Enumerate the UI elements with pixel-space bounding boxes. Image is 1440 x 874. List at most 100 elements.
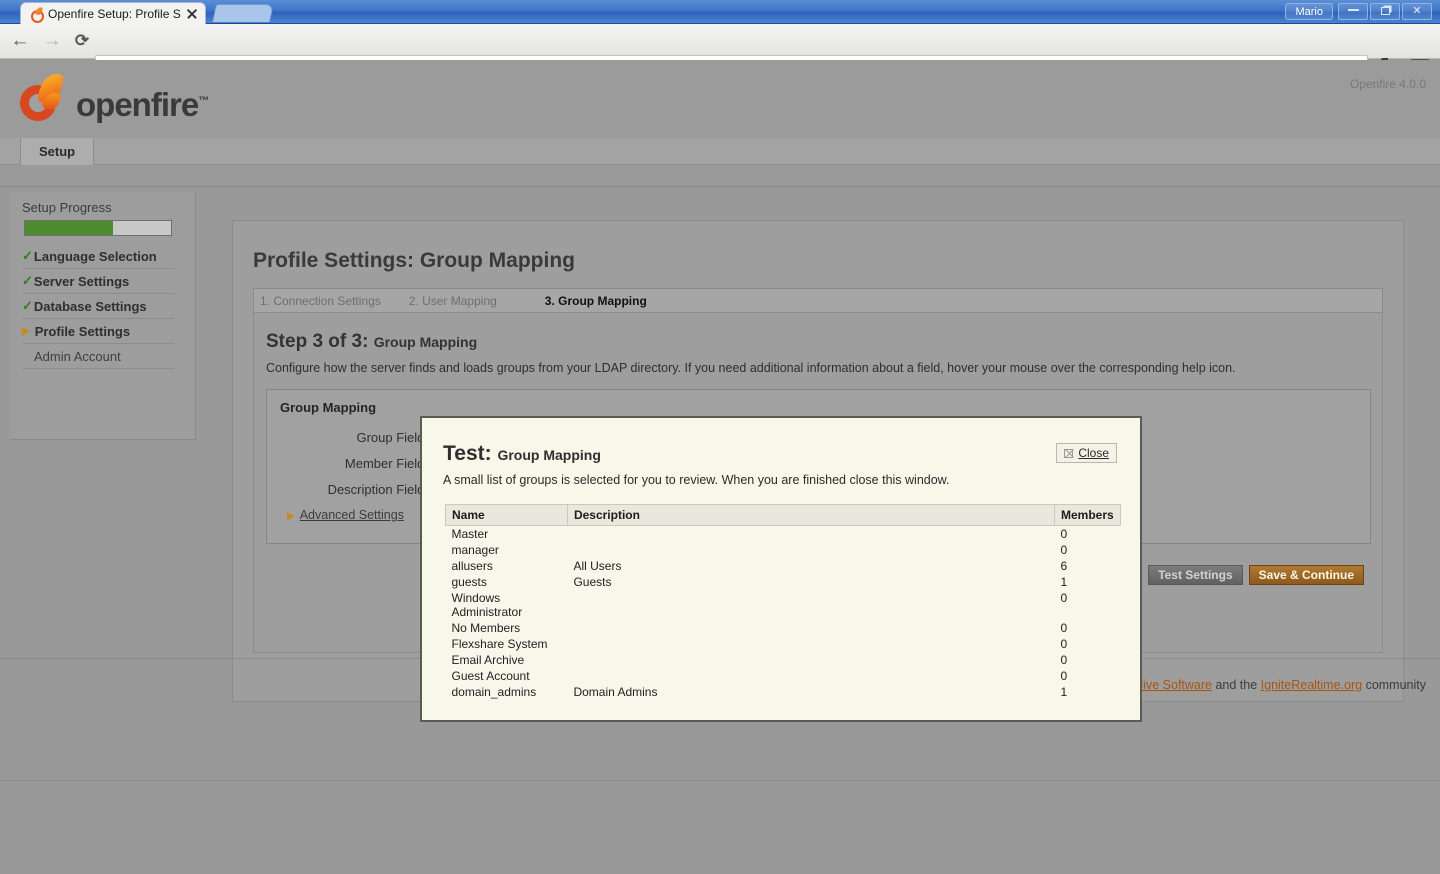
cell-description <box>567 668 1054 684</box>
triangle-right-icon: ▶ <box>287 511 295 522</box>
cell-description: All Users <box>573 559 622 573</box>
sidebar-item-server-settings[interactable]: ✓ Server Settings <box>22 269 174 294</box>
cell-members: 0 <box>1060 591 1068 605</box>
cell-members: 1 <box>1060 575 1068 589</box>
cell-members: 0 <box>1060 669 1068 683</box>
cell-members: 0 <box>1060 653 1068 667</box>
table-row: domain_admins Domain Admins 1 <box>446 684 1121 700</box>
step-tab-group-mapping[interactable]: 3. Group Mapping <box>545 294 647 308</box>
step-heading-strong: Step 3 of 3: <box>266 331 369 352</box>
window-maximize-button[interactable] <box>1370 3 1400 20</box>
jive-software-link[interactable]: Jive Software <box>1137 678 1212 692</box>
openfire-flame-icon <box>29 7 44 23</box>
step-heading-sub: Group Mapping <box>373 334 478 350</box>
sidebar-item-label: Language Selection <box>33 248 157 264</box>
modal-title-strong: Test: <box>443 442 492 465</box>
setup-progress-sidebar: Setup Progress ✓ Language Selection ✓ Se… <box>10 192 196 440</box>
sidebar-item-database-settings[interactable]: ✓ Database Settings <box>22 294 174 319</box>
modal-title: Test: Group Mapping <box>443 442 601 466</box>
column-header-name: Name <box>445 504 568 526</box>
sidebar-item-label: Server Settings <box>33 273 130 289</box>
table-row: Guest Account 0 <box>446 668 1121 684</box>
column-header-description: Description <box>566 504 1055 526</box>
cell-name: manager <box>451 543 499 557</box>
description-field-label: Description Field: <box>327 482 428 497</box>
group-field-label: Group Field: <box>356 430 428 445</box>
triangle-right-icon: ▶ <box>22 325 30 337</box>
close-box-icon <box>1064 448 1074 458</box>
igniterealtime-link[interactable]: IgniteRealtime.org <box>1261 678 1362 692</box>
column-header-members: Members <box>1053 504 1122 526</box>
app-header: openfire™ Openfire 4.0.0 <box>0 60 1440 138</box>
cell-name: Email Archive <box>451 653 525 667</box>
browser-window: Openfire Setup: Profile Settin Mario ✕ ←… <box>0 0 1440 874</box>
cell-description <box>567 590 1054 620</box>
check-icon: ✓ <box>22 298 33 313</box>
footer-tail: community <box>1362 678 1426 692</box>
advanced-settings-toggle[interactable]: ▶ Advanced Settings <box>287 508 404 522</box>
app-version: Openfire 4.0.0 <box>1349 77 1426 91</box>
step-tab-connection-settings[interactable]: 1. Connection Settings <box>260 294 381 308</box>
setup-progress-bar <box>24 220 172 236</box>
window-close-button[interactable]: ✕ <box>1402 3 1432 20</box>
browser-titlebar: Openfire Setup: Profile Settin Mario ✕ <box>0 0 1440 24</box>
openfire-logo[interactable]: openfire™ <box>16 70 316 128</box>
cell-members: 0 <box>1060 527 1068 541</box>
cell-members: 1 <box>1060 685 1068 699</box>
step-heading: Step 3 of 3: Group Mapping <box>266 331 477 353</box>
cell-name: Guest Account <box>451 669 530 683</box>
progress-fill <box>25 221 113 235</box>
table-row: Windows Administrator 0 <box>446 590 1121 620</box>
window-user-badge[interactable]: Mario <box>1285 3 1333 20</box>
page-viewport: openfire™ Openfire 4.0.0 Setup Setup Pro… <box>0 60 1440 874</box>
groups-result-table: Name Description Members Master 0 manager 0… <box>445 504 1122 701</box>
back-icon[interactable]: ← <box>8 31 32 53</box>
navbar-underline <box>0 165 1440 187</box>
save-and-continue-button[interactable]: Save & Continue <box>1248 565 1364 585</box>
cell-name: domain_admins <box>451 685 537 699</box>
table-row: No Members 0 <box>446 620 1121 636</box>
cell-members: 0 <box>1060 543 1068 557</box>
groups-table-body: Master 0 manager 0 allusers All Users 6 guests G… <box>446 526 1121 701</box>
test-settings-button[interactable]: Test Settings <box>1148 565 1243 585</box>
brand-tm: ™ <box>198 95 209 107</box>
forward-icon[interactable]: → <box>40 31 64 53</box>
step-description: Configure how the server finds and loads… <box>266 361 1236 375</box>
nav-tab-setup[interactable]: Setup <box>20 138 95 165</box>
browser-toolbar: ← → ⟳ yourserver.wikisuite.org:9090/setu… <box>0 24 1440 78</box>
window-minimize-button[interactable] <box>1338 3 1368 20</box>
sidebar-item-language-selection[interactable]: ✓ Language Selection <box>22 244 174 269</box>
table-row: manager 0 <box>446 542 1121 558</box>
sidebar-item-profile-settings[interactable]: ▶ Profile Settings <box>22 319 174 344</box>
tab-close-icon[interactable] <box>185 7 199 21</box>
table-header-row: Name Description Members <box>445 504 1122 526</box>
browser-tab-active[interactable]: Openfire Setup: Profile Settin <box>20 2 206 24</box>
check-icon: ✓ <box>22 273 33 288</box>
page-title: Profile Settings: Group Mapping <box>253 249 575 272</box>
step-tab-bar: 1. Connection Settings 2. User Mapping 3… <box>253 288 1383 313</box>
cell-members: 0 <box>1060 637 1068 651</box>
modal-title-sub: Group Mapping <box>497 447 601 463</box>
cell-description <box>567 526 1054 543</box>
cell-members: 6 <box>1060 559 1068 573</box>
sidebar-item-label: Database Settings <box>33 298 147 314</box>
sidebar-item-label: Admin Account <box>34 348 121 364</box>
cell-name: allusers <box>451 559 493 573</box>
cell-description <box>567 636 1054 652</box>
brand-wordmark: openfire™ <box>76 86 209 124</box>
cell-description: Guests <box>573 575 612 589</box>
step-tab-user-mapping[interactable]: 2. User Mapping <box>409 294 497 308</box>
sidebar-item-label: Profile Settings <box>34 323 131 339</box>
brand-name: openfire <box>76 86 199 123</box>
action-button-row: Test Settings Save & Continue <box>1148 565 1364 585</box>
table-row: allusers All Users 6 <box>446 558 1121 574</box>
sidebar-item-admin-account: Admin Account <box>22 344 174 369</box>
cell-description: Domain Admins <box>573 685 658 699</box>
sidebar-title: Setup Progress <box>22 200 112 215</box>
cell-members: 0 <box>1060 621 1068 635</box>
cell-name: Flexshare System <box>451 637 548 651</box>
modal-close-button[interactable]: Close <box>1056 443 1117 463</box>
reload-icon[interactable]: ⟳ <box>70 31 94 53</box>
new-tab-button[interactable] <box>212 4 274 22</box>
openfire-flame-icon <box>16 71 68 125</box>
